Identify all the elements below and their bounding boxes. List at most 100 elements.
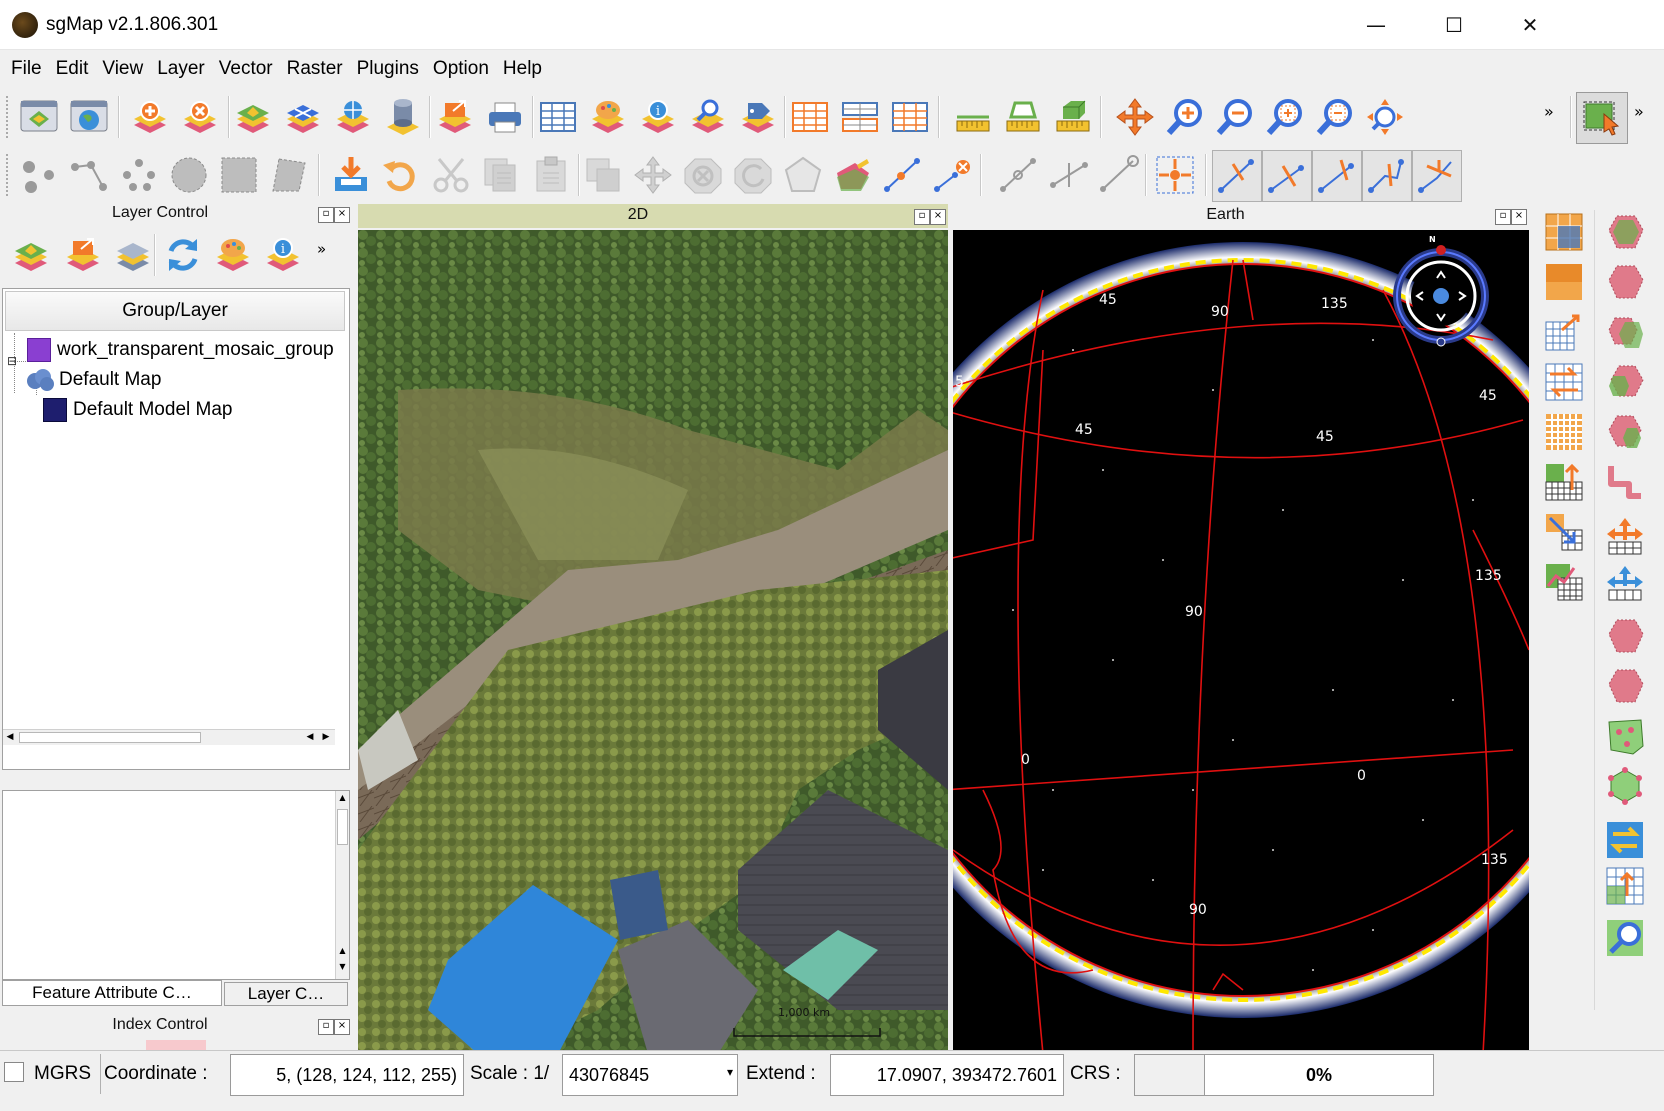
raster-checker-button[interactable] bbox=[1542, 410, 1586, 454]
tab-feature-attribute[interactable]: Feature Attribute C… bbox=[2, 980, 222, 1006]
export-button[interactable] bbox=[432, 94, 478, 140]
tab-layer-control[interactable]: Layer C… bbox=[224, 982, 348, 1006]
vector-layer-button[interactable] bbox=[230, 94, 276, 140]
offset-line-button[interactable] bbox=[1362, 150, 1412, 202]
toolbar-grip[interactable] bbox=[6, 96, 12, 138]
layer-row-mosaic[interactable]: work_transparent_mosaic_group bbox=[27, 335, 334, 365]
tree-collapse-toggle[interactable]: ⊟ bbox=[7, 355, 20, 368]
layer-tag-button[interactable] bbox=[735, 94, 781, 140]
pan-button[interactable] bbox=[1112, 94, 1158, 140]
cut-button[interactable] bbox=[428, 152, 474, 198]
menu-raster[interactable]: Raster bbox=[280, 58, 350, 80]
polygon-tool-3-button[interactable] bbox=[1603, 310, 1647, 354]
delete-vertex-button[interactable] bbox=[930, 152, 976, 198]
move-feature-button[interactable] bbox=[630, 152, 676, 198]
layer-row-default-model-map[interactable]: Default Model Map bbox=[43, 395, 232, 425]
map-2d-canvas[interactable]: 1,000 km bbox=[358, 230, 948, 1054]
lc-style-button[interactable] bbox=[210, 232, 256, 278]
split-line-button[interactable] bbox=[1212, 150, 1262, 202]
scale-combobox[interactable]: 43076845 ▾ bbox=[562, 1054, 738, 1096]
field-move-button[interactable] bbox=[1603, 560, 1647, 604]
import-button[interactable] bbox=[328, 152, 374, 198]
scroll-right-arrow[interactable]: ▶ bbox=[319, 730, 333, 745]
raster-transparency-button[interactable] bbox=[1542, 260, 1586, 304]
wms-layer-button[interactable] bbox=[330, 94, 376, 140]
measure-area-button[interactable] bbox=[1000, 94, 1046, 140]
earth-3d-canvas[interactable]: N 45 90 135 45 45 45 135 90 0 0 90 135 5 bbox=[953, 230, 1529, 1054]
minimize-button[interactable]: — bbox=[1336, 0, 1416, 50]
menu-vector[interactable]: Vector bbox=[212, 58, 280, 80]
menu-file[interactable]: File bbox=[4, 58, 49, 80]
add-vertex-button[interactable] bbox=[880, 152, 926, 198]
copy-button[interactable] bbox=[478, 152, 524, 198]
layer-tree-hscrollbar[interactable]: ◀ ◀ ▶ bbox=[3, 729, 335, 745]
crs-button[interactable] bbox=[1134, 1054, 1214, 1096]
view-2d-close-button[interactable]: × bbox=[930, 209, 946, 225]
index-control-close-button[interactable]: × bbox=[334, 1019, 350, 1035]
multipoint-tool-button[interactable] bbox=[116, 152, 162, 198]
polygon-tool-button[interactable] bbox=[266, 152, 312, 198]
edit-vertex-button[interactable] bbox=[830, 152, 876, 198]
attribute-table-button[interactable] bbox=[535, 94, 581, 140]
zoom-out-button[interactable] bbox=[1212, 94, 1258, 140]
menu-option[interactable]: Option bbox=[426, 58, 496, 80]
menu-plugins[interactable]: Plugins bbox=[350, 58, 426, 80]
scroll-thumb[interactable] bbox=[19, 732, 201, 743]
database-layer-button[interactable] bbox=[380, 94, 426, 140]
toolbar-grip[interactable] bbox=[6, 154, 12, 196]
menu-layer[interactable]: Layer bbox=[150, 58, 212, 80]
polygon-tool-4-button[interactable] bbox=[1603, 360, 1647, 404]
scroll-thumb[interactable] bbox=[337, 809, 348, 845]
zoom-full-button[interactable] bbox=[1362, 94, 1408, 140]
lc-refresh-button[interactable] bbox=[160, 232, 206, 278]
measure-volume-button[interactable] bbox=[1050, 94, 1096, 140]
paste-button[interactable] bbox=[528, 152, 574, 198]
swap-table-button[interactable] bbox=[1603, 864, 1647, 908]
zoom-in-button[interactable] bbox=[1162, 94, 1208, 140]
scroll-left-arrow-2[interactable]: ◀ bbox=[303, 730, 317, 745]
layer-control-float-button[interactable]: ▫ bbox=[318, 207, 334, 223]
snap-vertex-button[interactable] bbox=[996, 152, 1042, 198]
view-earth-float-button[interactable]: ▫ bbox=[1495, 209, 1511, 225]
polygon-tool-2-button[interactable] bbox=[1603, 260, 1647, 304]
lc-new-group-button[interactable] bbox=[110, 232, 156, 278]
undo-button[interactable] bbox=[378, 152, 424, 198]
trim-line-button[interactable] bbox=[1312, 150, 1362, 202]
group-layer-column-header[interactable]: Group/Layer bbox=[5, 291, 345, 331]
layer-search-button[interactable] bbox=[685, 94, 731, 140]
toolbar-overflow-button-2[interactable]: » bbox=[1634, 102, 1644, 121]
layer-style-button[interactable] bbox=[585, 94, 631, 140]
scroll-down-arrow[interactable]: ▼ bbox=[336, 962, 349, 975]
rotate-feature-button[interactable] bbox=[730, 152, 776, 198]
circle-tool-button[interactable] bbox=[166, 152, 212, 198]
lc-add-vector-button[interactable] bbox=[8, 232, 54, 278]
menu-view[interactable]: View bbox=[95, 58, 150, 80]
raster-resample-button[interactable] bbox=[1542, 510, 1586, 554]
raster-swap-button[interactable] bbox=[1542, 360, 1586, 404]
polyline-tool-button[interactable] bbox=[1603, 460, 1647, 504]
layer-info-button[interactable]: i bbox=[635, 94, 681, 140]
print-button[interactable] bbox=[482, 94, 528, 140]
line-tool-button[interactable] bbox=[66, 152, 112, 198]
merge-button[interactable] bbox=[580, 152, 626, 198]
menu-edit[interactable]: Edit bbox=[49, 58, 96, 80]
raster-histogram-button[interactable] bbox=[1542, 560, 1586, 604]
lc-export-button[interactable] bbox=[60, 232, 106, 278]
menu-help[interactable]: Help bbox=[496, 58, 549, 80]
chevron-down-icon[interactable]: ▾ bbox=[727, 1065, 733, 1079]
snap-segment-button[interactable] bbox=[1046, 152, 1092, 198]
raster-layer-button[interactable] bbox=[280, 94, 326, 140]
scroll-up-arrow-2[interactable]: ▲ bbox=[336, 946, 349, 959]
view-earth-close-button[interactable]: × bbox=[1511, 209, 1527, 225]
raster-export-button[interactable] bbox=[1542, 310, 1586, 354]
zoom-out-fixed-button[interactable] bbox=[1312, 94, 1358, 140]
scroll-left-arrow[interactable]: ◀ bbox=[3, 730, 17, 745]
reshape-feature-button[interactable] bbox=[780, 152, 826, 198]
measure-distance-button[interactable] bbox=[950, 94, 996, 140]
view-2d-float-button[interactable]: ▫ bbox=[914, 209, 930, 225]
index-control-float-button[interactable]: ▫ bbox=[318, 1019, 334, 1035]
point-tool-button[interactable] bbox=[16, 152, 62, 198]
snap-settings-button[interactable] bbox=[1150, 150, 1200, 200]
vertex-ring-button[interactable] bbox=[1603, 764, 1647, 808]
lc-info-button[interactable]: i bbox=[260, 232, 306, 278]
